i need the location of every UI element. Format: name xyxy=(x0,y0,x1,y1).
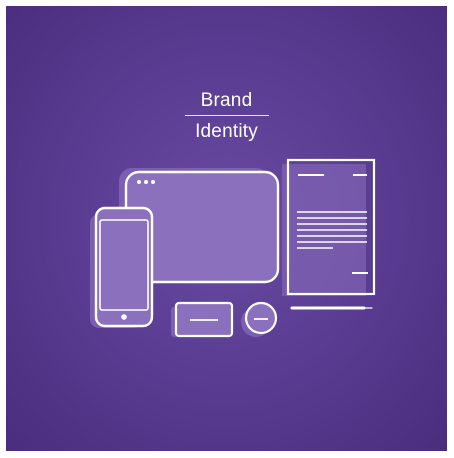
brand-identity-card: Brand Identity xyxy=(6,6,447,451)
smartphone-icon xyxy=(90,206,154,328)
badge-icon xyxy=(241,301,278,337)
letterhead-document-icon xyxy=(282,158,376,296)
brand-identity-illustration xyxy=(90,158,376,338)
business-card-icon xyxy=(171,301,234,338)
